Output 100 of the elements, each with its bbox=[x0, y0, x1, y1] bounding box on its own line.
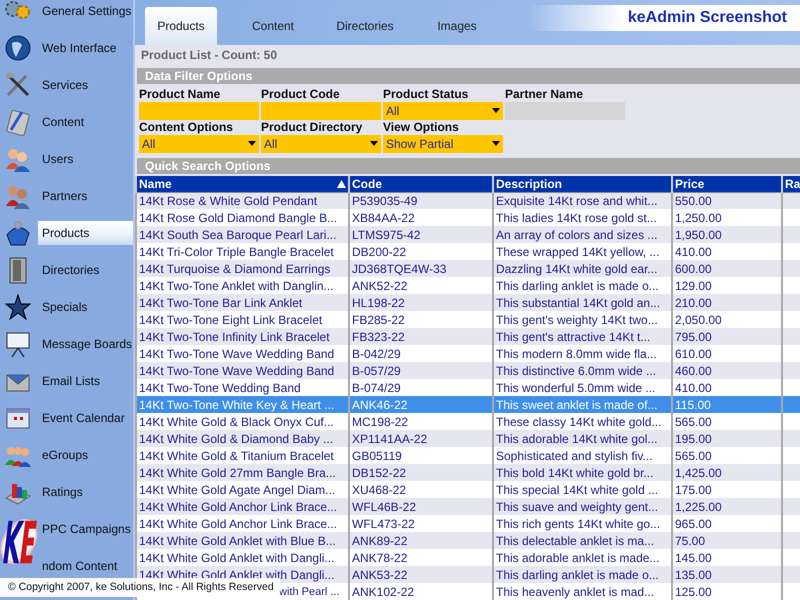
table-cell: LTMS975-42 bbox=[349, 226, 493, 243]
table-cell: B-057/29 bbox=[349, 362, 493, 379]
table-cell: These wrapped 14Kt yellow, ... bbox=[493, 243, 672, 260]
globe-icon bbox=[4, 34, 32, 62]
table-cell: This heavenly anklet is mad... bbox=[493, 583, 672, 600]
purse-icon bbox=[4, 218, 32, 246]
table-cell: Dazzling 14Kt white gold ear... bbox=[493, 260, 672, 277]
table-cell: Exquisite 14Kt rose and whit... bbox=[493, 192, 672, 209]
table-cell: FB323-22 bbox=[349, 328, 493, 345]
field-label: View Options bbox=[383, 120, 460, 134]
caret-icon bbox=[492, 108, 500, 113]
sidebar-item[interactable]: Message Boards bbox=[38, 332, 133, 356]
table-cell: 75.00 bbox=[672, 532, 782, 549]
tab[interactable]: Directories bbox=[329, 6, 401, 44]
sidebar-item[interactable]: General Settings bbox=[38, 0, 133, 22]
table-cell: 14Kt White Gold Anchor Link Brace... bbox=[136, 515, 349, 532]
table-cell: ANK46-22 bbox=[349, 396, 493, 413]
table-cell: ANK89-22 bbox=[349, 532, 493, 549]
sidebar-item[interactable]: Products bbox=[38, 220, 133, 244]
table-cell: 14Kt White Gold Anchor Link Brace... bbox=[136, 498, 349, 515]
sidebar-item[interactable]: ndom Content bbox=[38, 554, 133, 578]
table-cell: ANK102-22 bbox=[349, 583, 493, 600]
table-cell: 565.00 bbox=[672, 447, 782, 464]
table-cell: 2,050.00 bbox=[672, 311, 782, 328]
column-header[interactable]: Name bbox=[136, 176, 349, 192]
table-cell: 115.00 bbox=[672, 396, 782, 413]
tab[interactable]: Images bbox=[421, 6, 493, 44]
table-cell: 210.00 bbox=[672, 294, 782, 311]
table-cell: 14Kt Two-Tone Infinity Link Bracelet bbox=[136, 328, 349, 345]
copyright-text: © Copyright 2007, ke Solutions, Inc - All Rights Reserved bbox=[0, 578, 280, 597]
sidebar-item[interactable]: Ratings bbox=[38, 480, 133, 504]
table-cell: 14Kt Two-Tone Wedding Band bbox=[136, 379, 349, 396]
sidebar-item[interactable]: Directories bbox=[38, 258, 133, 282]
table-cell: 1,250.00 bbox=[672, 209, 782, 226]
table-cell: 14Kt Two-Tone White Key & Heart ... bbox=[136, 396, 349, 413]
section-header: Quick Search Options bbox=[137, 158, 800, 174]
easel-icon bbox=[4, 330, 32, 358]
table-cell: 795.00 bbox=[672, 328, 782, 345]
list-title: Product List - Count: 50 bbox=[140, 46, 278, 64]
table-cell: 14Kt Two-Tone Wave Wedding Band bbox=[136, 345, 349, 362]
sidebar-item[interactable]: Specials bbox=[38, 294, 133, 318]
table-cell: This substantial 14Kt gold an... bbox=[493, 294, 672, 311]
sidebar-item[interactable]: Services bbox=[38, 72, 133, 96]
sidebar-item[interactable]: Content bbox=[38, 110, 133, 134]
table-cell: ANK78-22 bbox=[349, 549, 493, 566]
table-cell: 135.00 bbox=[672, 566, 782, 583]
table-cell: 14Kt White Gold & Titanium Bracelet bbox=[136, 447, 349, 464]
table-cell: 14Kt White Gold Anklet with Dangli... bbox=[136, 549, 349, 566]
table-cell: DB152-22 bbox=[349, 464, 493, 481]
table-cell: FB285-22 bbox=[349, 311, 493, 328]
sidebar-item[interactable]: PPC Campaigns bbox=[38, 516, 133, 540]
dropdown[interactable]: All bbox=[383, 102, 503, 120]
dropdown[interactable]: Show Partial bbox=[383, 134, 503, 152]
table-cell: ANK52-22 bbox=[349, 277, 493, 294]
sidebar-item[interactable]: Event Calendar bbox=[38, 406, 133, 430]
tab[interactable]: Products bbox=[145, 6, 217, 44]
text-field[interactable] bbox=[139, 102, 259, 120]
field-label: Content Options bbox=[139, 120, 234, 134]
table-cell: 565.00 bbox=[672, 413, 782, 430]
column-header[interactable]: Description bbox=[493, 176, 672, 192]
column-header[interactable]: Code bbox=[349, 176, 493, 192]
column-header[interactable]: Ra bbox=[782, 176, 800, 192]
dropdown[interactable]: All bbox=[261, 134, 381, 152]
table-cell: HL198-22 bbox=[349, 294, 493, 311]
table-cell: 14Kt Tri-Color Triple Bangle Bracelet bbox=[136, 243, 349, 260]
tools-icon bbox=[4, 70, 32, 98]
table-cell: ANK53-22 bbox=[349, 566, 493, 583]
table-cell: XB84AA-22 bbox=[349, 209, 493, 226]
table-cell: DB200-22 bbox=[349, 243, 493, 260]
sidebar-item[interactable]: Web Interface bbox=[38, 36, 133, 60]
table-cell: 175.00 bbox=[672, 481, 782, 498]
table-cell: 550.00 bbox=[672, 192, 782, 209]
table-cell: This darling anklet is made o... bbox=[493, 277, 672, 294]
table-cell: 14Kt White Gold Agate Angel Diam... bbox=[136, 481, 349, 498]
dropdown[interactable]: All bbox=[139, 134, 259, 152]
table-cell: GB05119 bbox=[349, 447, 493, 464]
table-cell: 610.00 bbox=[672, 345, 782, 362]
table-cell: 1,950.00 bbox=[672, 226, 782, 243]
tab[interactable]: Content bbox=[237, 6, 309, 44]
table-cell: WFL473-22 bbox=[349, 515, 493, 532]
table-cell: 125.00 bbox=[672, 583, 782, 600]
table-cell: XP1141AA-22 bbox=[349, 430, 493, 447]
field-label: Product Code bbox=[261, 86, 341, 102]
sidebar-item[interactable]: Email Lists bbox=[38, 368, 133, 392]
table-cell: 410.00 bbox=[672, 379, 782, 396]
table-cell: This special 14Kt white gold ... bbox=[493, 481, 672, 498]
column-header[interactable]: Price bbox=[672, 176, 782, 192]
table-cell: 1,425.00 bbox=[672, 464, 782, 481]
table-cell: This sweet anklet is made of... bbox=[493, 396, 672, 413]
section-header: Data Filter Options bbox=[137, 68, 800, 84]
table-cell: An array of colors and sizes ... bbox=[493, 226, 672, 243]
sidebar-item[interactable]: Partners bbox=[38, 184, 133, 208]
sidebar-item[interactable]: Users bbox=[38, 146, 133, 170]
text-field[interactable] bbox=[261, 102, 381, 120]
table-cell: B-074/29 bbox=[349, 379, 493, 396]
table-cell: Sophisticated and stylish fiv... bbox=[493, 447, 672, 464]
caret-icon bbox=[248, 141, 256, 146]
table-cell: This modern 8.0mm wide fla... bbox=[493, 345, 672, 362]
table-cell: This bold 14Kt white gold br... bbox=[493, 464, 672, 481]
sidebar-item[interactable]: eGroups bbox=[38, 442, 133, 466]
